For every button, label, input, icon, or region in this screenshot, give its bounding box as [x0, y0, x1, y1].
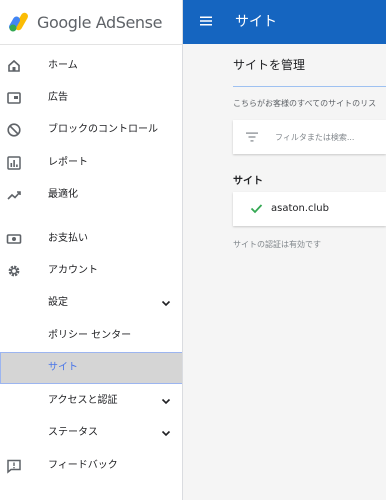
- adsense-logo[interactable]: Google AdSense: [0, 0, 182, 45]
- feedback-icon: [7, 459, 21, 474]
- sidebar-item-home[interactable]: ホーム: [0, 50, 182, 82]
- filter-search-input[interactable]: [275, 120, 380, 154]
- sidebar-item-label: サイト: [48, 362, 78, 373]
- reports-icon: [7, 156, 21, 170]
- filter-icon[interactable]: [245, 131, 259, 143]
- manage-sites-title: サイトを管理: [233, 58, 306, 72]
- menu-icon[interactable]: [199, 14, 213, 28]
- sidebar-item-label: 最適化: [48, 189, 78, 200]
- chevron-down-icon: [161, 300, 171, 307]
- optimization-icon: [7, 191, 21, 200]
- sidebar-item-status[interactable]: ステータス: [0, 417, 182, 449]
- site-status-text: サイトの認証は有効です: [233, 240, 321, 249]
- sidebar-item-access-and-authorization[interactable]: アクセスと認証: [0, 385, 182, 417]
- sidebar-item-payments[interactable]: お支払い: [0, 223, 182, 255]
- sidebar-item-feedback[interactable]: フィードバック: [0, 450, 182, 482]
- sidebar-item-label: レポート: [48, 157, 88, 168]
- sidebar-item-label: お支払い: [48, 233, 88, 244]
- sidebar-item-ads[interactable]: 広告: [0, 82, 182, 114]
- title-divider: [233, 86, 386, 87]
- filter-bar: [233, 120, 386, 154]
- page-title: サイト: [235, 14, 277, 30]
- sidebar-item-label: ステータス: [48, 427, 98, 438]
- logo-text: Google AdSense: [37, 12, 163, 32]
- sidebar-item-settings[interactable]: 設定: [0, 287, 182, 319]
- sidebar-item-label: ホーム: [48, 60, 78, 71]
- sidebar-item-reports[interactable]: レポート: [0, 147, 182, 179]
- sidebar-item-policy-center[interactable]: ポリシー センター: [0, 320, 182, 352]
- sidebar-item-optimization[interactable]: 最適化: [0, 179, 182, 211]
- sidebar-item-label: アクセスと認証: [48, 395, 118, 406]
- sidebar-item-label: フィードバック: [48, 460, 118, 471]
- sidebar-item-label: ブロックのコントロール: [48, 124, 158, 135]
- app-header: サイト: [183, 0, 386, 44]
- check-icon: [250, 204, 263, 214]
- sidebar-item-label: 設定: [48, 297, 68, 308]
- sidebar: Google AdSense ホーム 広告 ブロックのコントロール レポート 最…: [0, 0, 183, 500]
- ads-icon: [7, 92, 21, 104]
- sidebar-item-sites[interactable]: サイト: [0, 352, 182, 384]
- payments-icon: [6, 234, 22, 244]
- chevron-down-icon: [161, 398, 171, 405]
- gear-icon: [8, 265, 20, 277]
- chevron-down-icon: [161, 430, 171, 437]
- site-name[interactable]: asaton.club: [271, 192, 329, 226]
- adsense-logo-icon: [9, 12, 28, 32]
- sites-description: こちらがお客様のすべてのサイトのリス: [233, 99, 377, 108]
- sidebar-item-label: 広告: [48, 92, 68, 103]
- site-row[interactable]: asaton.club: [233, 192, 386, 226]
- sidebar-item-block-controls[interactable]: ブロックのコントロール: [0, 114, 182, 146]
- home-icon: [8, 59, 20, 72]
- block-icon: [7, 123, 21, 137]
- sidebar-item-label: アカウント: [48, 265, 98, 276]
- sidebar-item-account[interactable]: アカウント: [0, 255, 182, 287]
- sidebar-item-label: ポリシー センター: [48, 330, 132, 341]
- sites-heading: サイト: [233, 176, 263, 187]
